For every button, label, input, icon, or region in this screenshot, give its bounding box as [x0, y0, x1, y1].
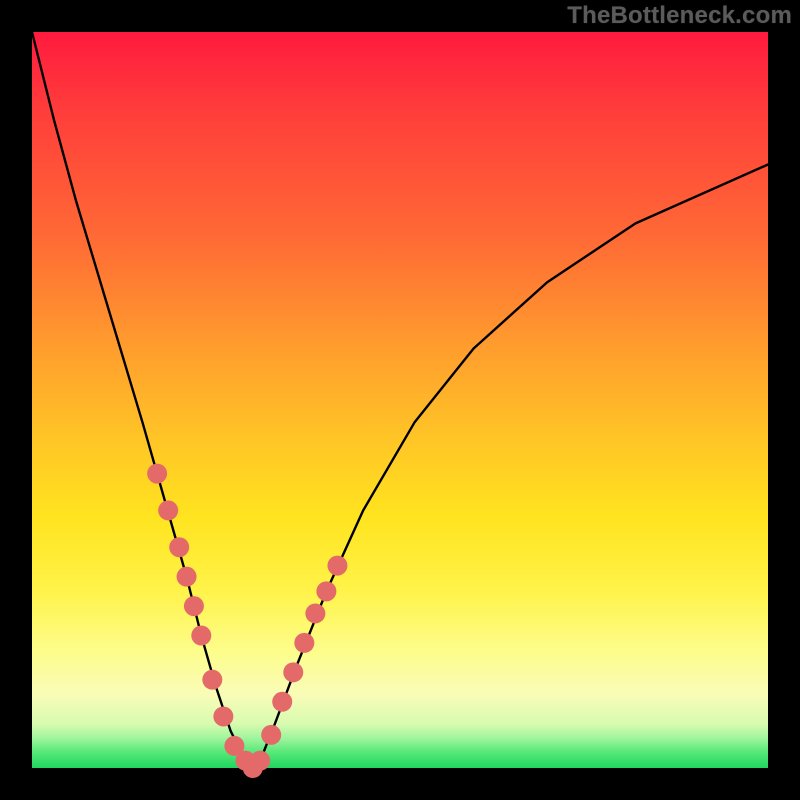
highlight-dot	[184, 596, 204, 616]
highlight-dot	[147, 464, 167, 484]
chart-frame: TheBottleneck.com	[0, 0, 800, 800]
highlight-dot	[202, 670, 222, 690]
highlight-dots	[147, 464, 347, 778]
highlight-dot	[327, 556, 347, 576]
highlight-dot	[250, 751, 270, 771]
highlight-dot	[169, 537, 189, 557]
highlight-dot	[272, 692, 292, 712]
highlight-dot	[191, 626, 211, 646]
plot-area	[32, 32, 768, 768]
highlight-dot	[213, 706, 233, 726]
highlight-dot	[177, 567, 197, 587]
curve-svg	[32, 32, 768, 768]
highlight-dot	[316, 581, 336, 601]
highlight-dot	[294, 633, 314, 653]
bottleneck-curve-path	[32, 32, 768, 768]
watermark-text: TheBottleneck.com	[567, 2, 792, 30]
highlight-dot	[261, 725, 281, 745]
highlight-dot	[158, 500, 178, 520]
highlight-dot	[305, 603, 325, 623]
highlight-dot	[283, 662, 303, 682]
bottleneck-curve	[32, 32, 768, 768]
